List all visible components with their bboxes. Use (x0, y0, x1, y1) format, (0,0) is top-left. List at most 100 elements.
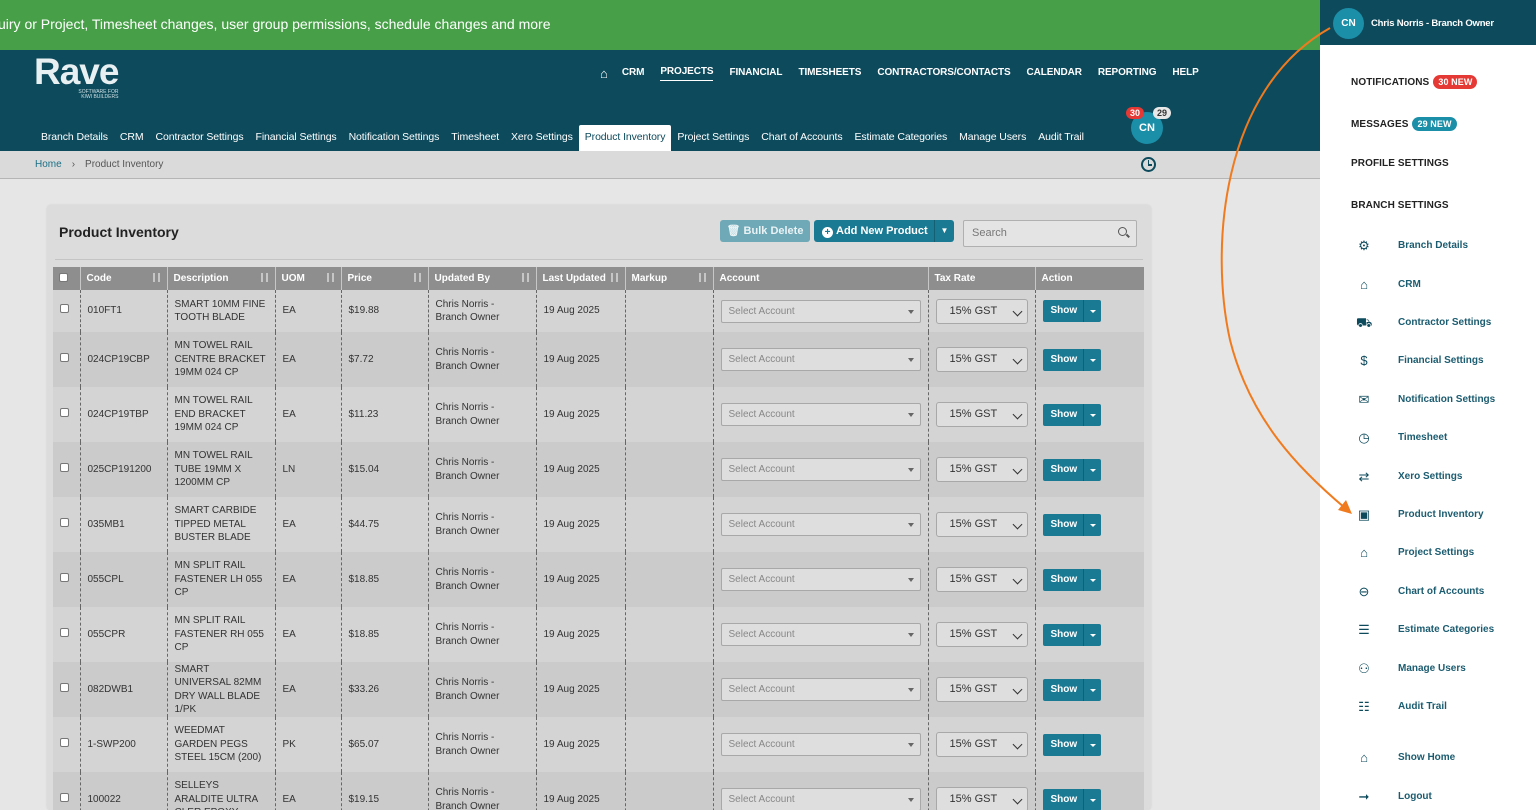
subnav-crm[interactable]: CRM (114, 125, 150, 151)
rave-logo[interactable]: Rave SOFTWARE FOR KIWI BUILDERS (34, 53, 119, 100)
select-all-checkbox[interactable] (59, 272, 68, 282)
account-select[interactable]: Select Account (720, 623, 921, 646)
home-icon[interactable]: ⌂ (600, 66, 608, 81)
row-checkbox[interactable] (60, 572, 69, 582)
show-dropdown-toggle[interactable] (1082, 513, 1101, 536)
nav-reporting[interactable]: REPORTING (1098, 67, 1157, 81)
logout-link[interactable]: ➞ Logout (1356, 788, 1526, 808)
tax-rate-select[interactable]: 15% GST (935, 622, 1028, 647)
subnav-xero-settings[interactable]: Xero Settings (505, 125, 579, 151)
row-checkbox[interactable] (60, 682, 69, 692)
panel-item-xero-settings[interactable]: ⇄ Xero Settings (1356, 468, 1526, 488)
panel-item-notification-settings[interactable]: ✉ Notification Settings (1356, 391, 1526, 411)
tax-rate-select[interactable]: 15% GST (935, 567, 1028, 592)
bulk-delete-button[interactable]: 🗑 Bulk Delete (720, 220, 810, 242)
show-dropdown-toggle[interactable] (1082, 623, 1101, 646)
subnav-audit-trail[interactable]: Audit Trail (1032, 125, 1090, 151)
panel-item-branch-details[interactable]: ⚙ Branch Details (1356, 237, 1526, 257)
show-button[interactable]: Show (1042, 300, 1083, 322)
subnav-product-inventory[interactable]: Product Inventory (578, 125, 672, 151)
subnav-manage-users[interactable]: Manage Users (953, 125, 1032, 151)
row-checkbox[interactable] (60, 517, 69, 527)
tax-rate-select[interactable]: 15% GST (935, 298, 1028, 324)
row-checkbox[interactable] (60, 352, 69, 362)
account-select[interactable]: Select Account (720, 788, 921, 810)
panel-item-contractor-settings[interactable]: ⛟ Contractor Settings (1356, 314, 1526, 334)
panel-item-crm[interactable]: ⌂ CRM (1356, 276, 1526, 296)
tax-rate-select[interactable]: 15% GST (935, 787, 1028, 810)
show-dropdown-toggle[interactable] (1082, 568, 1101, 591)
breadcrumb-home[interactable]: Home (35, 159, 62, 170)
account-select[interactable]: Select Account (720, 733, 921, 756)
panel-item-project-settings[interactable]: ⌂ Project Settings (1356, 544, 1526, 564)
show-button[interactable]: Show (1042, 733, 1083, 756)
nav-financial[interactable]: FINANCIAL (729, 67, 782, 81)
panel-item-product-inventory[interactable]: ▣ Product Inventory (1356, 506, 1526, 526)
nav-crm[interactable]: CRM (622, 67, 645, 81)
account-select[interactable]: Select Account (720, 458, 921, 481)
show-button[interactable]: Show (1042, 348, 1083, 371)
account-select[interactable]: Select Account (720, 513, 921, 536)
row-checkbox[interactable] (60, 737, 69, 747)
account-select[interactable]: Select Account (720, 348, 921, 371)
messages-link[interactable]: MESSAGES 29 NEW (1351, 117, 1457, 131)
row-checkbox[interactable] (60, 462, 69, 472)
show-home-link[interactable]: ⌂ Show Home (1356, 749, 1526, 769)
tax-rate-select[interactable]: 15% GST (935, 457, 1028, 482)
show-dropdown-toggle[interactable] (1082, 733, 1101, 756)
account-select[interactable]: Select Account (720, 403, 921, 426)
subnav-timesheet[interactable]: Timesheet (445, 125, 505, 151)
subnav-branch-details[interactable]: Branch Details (35, 125, 114, 151)
row-checkbox[interactable] (60, 407, 69, 417)
nav-contractors-contacts[interactable]: CONTRACTORS/CONTACTS (877, 67, 1010, 81)
panel-item-chart-of-accounts[interactable]: ⊖ Chart of Accounts (1356, 583, 1526, 603)
account-select[interactable]: Select Account (720, 568, 921, 591)
panel-item-timesheet[interactable]: ◷ Timesheet (1356, 429, 1526, 449)
subnav-contractor-settings[interactable]: Contractor Settings (150, 125, 250, 151)
show-button[interactable]: Show (1042, 403, 1083, 426)
account-select[interactable]: Select Account (720, 299, 921, 323)
show-button[interactable]: Show (1042, 513, 1083, 536)
panel-item-estimate-categories[interactable]: ☰ Estimate Categories (1356, 621, 1526, 641)
show-dropdown-toggle[interactable] (1082, 678, 1101, 701)
tax-rate-select[interactable]: 15% GST (935, 402, 1028, 427)
show-button[interactable]: Show (1042, 678, 1083, 701)
nav-help[interactable]: HELP (1172, 67, 1198, 81)
tax-rate-select[interactable]: 15% GST (935, 347, 1028, 372)
col-description[interactable]: Description (167, 267, 276, 290)
profile-settings-link[interactable]: PROFILE SETTINGS (1351, 158, 1449, 169)
subnav-project-settings[interactable]: Project Settings (671, 125, 755, 151)
notifications-link[interactable]: NOTIFICATIONS 30 NEW (1351, 75, 1478, 89)
show-button[interactable]: Show (1042, 623, 1083, 646)
add-new-product-button[interactable]: + Add New Product ▼ (814, 220, 954, 242)
subnav-estimate-categories[interactable]: Estimate Categories (848, 125, 953, 151)
row-checkbox[interactable] (60, 304, 69, 314)
show-dropdown-toggle[interactable] (1082, 458, 1101, 481)
nav-projects[interactable]: PROJECTS (660, 66, 714, 81)
col-code[interactable]: Code (80, 267, 168, 290)
subnav-notification-settings[interactable]: Notification Settings (343, 125, 446, 151)
show-dropdown-toggle[interactable] (1082, 788, 1101, 810)
col-markup[interactable]: Markup (625, 267, 714, 290)
account-select[interactable]: Select Account (720, 678, 921, 701)
show-dropdown-toggle[interactable] (1082, 300, 1101, 322)
add-product-dropdown-toggle[interactable]: ▼ (934, 220, 954, 242)
tax-rate-select[interactable]: 15% GST (935, 512, 1028, 537)
panel-item-financial-settings[interactable]: $ Financial Settings (1356, 352, 1526, 372)
show-button[interactable]: Show (1042, 458, 1083, 481)
col-last-updated[interactable]: Last Updated (536, 267, 626, 290)
subnav-financial-settings[interactable]: Financial Settings (250, 125, 343, 151)
panel-item-audit-trail[interactable]: ☷ Audit Trail (1356, 698, 1526, 718)
row-checkbox[interactable] (60, 627, 69, 637)
show-dropdown-toggle[interactable] (1082, 403, 1101, 426)
subnav-chart-of-accounts[interactable]: Chart of Accounts (755, 125, 848, 151)
nav-timesheets[interactable]: TIMESHEETS (798, 67, 861, 81)
panel-item-manage-users[interactable]: ⚇ Manage Users (1356, 660, 1526, 680)
nav-calendar[interactable]: CALENDAR (1027, 67, 1082, 81)
show-button[interactable]: Show (1042, 568, 1083, 591)
tax-rate-select[interactable]: 15% GST (935, 732, 1028, 757)
col-updated-by[interactable]: Updated By (428, 267, 537, 290)
show-dropdown-toggle[interactable] (1082, 348, 1101, 371)
search-input[interactable]: Search (963, 220, 1137, 247)
col-uom[interactable]: UOM (275, 267, 342, 290)
